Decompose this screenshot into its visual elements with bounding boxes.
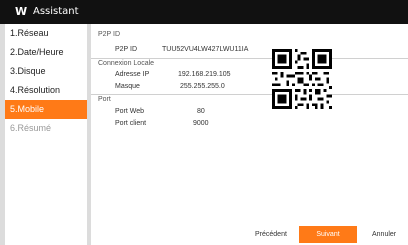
client-port-value: 9000 bbox=[193, 120, 209, 127]
ip-address-label: Adresse IP bbox=[115, 71, 150, 78]
ip-address-value: 192.168.219.105 bbox=[178, 71, 231, 78]
brand-logo-icon: W bbox=[15, 5, 28, 18]
divider bbox=[91, 94, 408, 95]
section-header-p2p: P2P ID bbox=[98, 31, 121, 38]
web-port-value: 80 bbox=[197, 108, 205, 115]
qr-code-icon bbox=[272, 49, 332, 109]
web-port-label: Port Web bbox=[115, 108, 145, 115]
next-button[interactable]: Suivant bbox=[299, 226, 357, 243]
sidebar-item-disque[interactable]: 3.Disque bbox=[5, 62, 87, 81]
divider bbox=[91, 58, 408, 59]
client-port-label: Port client bbox=[115, 120, 147, 127]
title-bar: W Assistant bbox=[0, 0, 408, 24]
sidebar-item-mobile[interactable]: 5.Mobile bbox=[5, 100, 87, 119]
mask-label: Masque bbox=[115, 83, 140, 90]
cancel-button[interactable]: Annuler bbox=[372, 231, 396, 238]
wizard-sidebar: 1.Réseau 2.Date/Heure 3.Disque 4.Résolut… bbox=[5, 24, 87, 245]
p2p-id-value: TUU52VU4LW427LWU11IA bbox=[162, 46, 249, 53]
previous-button[interactable]: Précédent bbox=[255, 231, 287, 238]
section-header-port: Port bbox=[98, 96, 111, 103]
sidebar-item-resolution[interactable]: 4.Résolution bbox=[5, 81, 87, 100]
p2p-id-label: P2P ID bbox=[115, 46, 138, 53]
sidebar-item-reseau[interactable]: 1.Réseau bbox=[5, 24, 87, 43]
window-title: Assistant bbox=[33, 6, 79, 17]
sidebar-item-date-heure[interactable]: 2.Date/Heure bbox=[5, 43, 87, 62]
mask-value: 255.255.255.0 bbox=[180, 83, 225, 90]
sidebar-item-resume: 6.Résumé bbox=[10, 123, 52, 133]
section-header-local: Connexion Locale bbox=[98, 60, 155, 67]
